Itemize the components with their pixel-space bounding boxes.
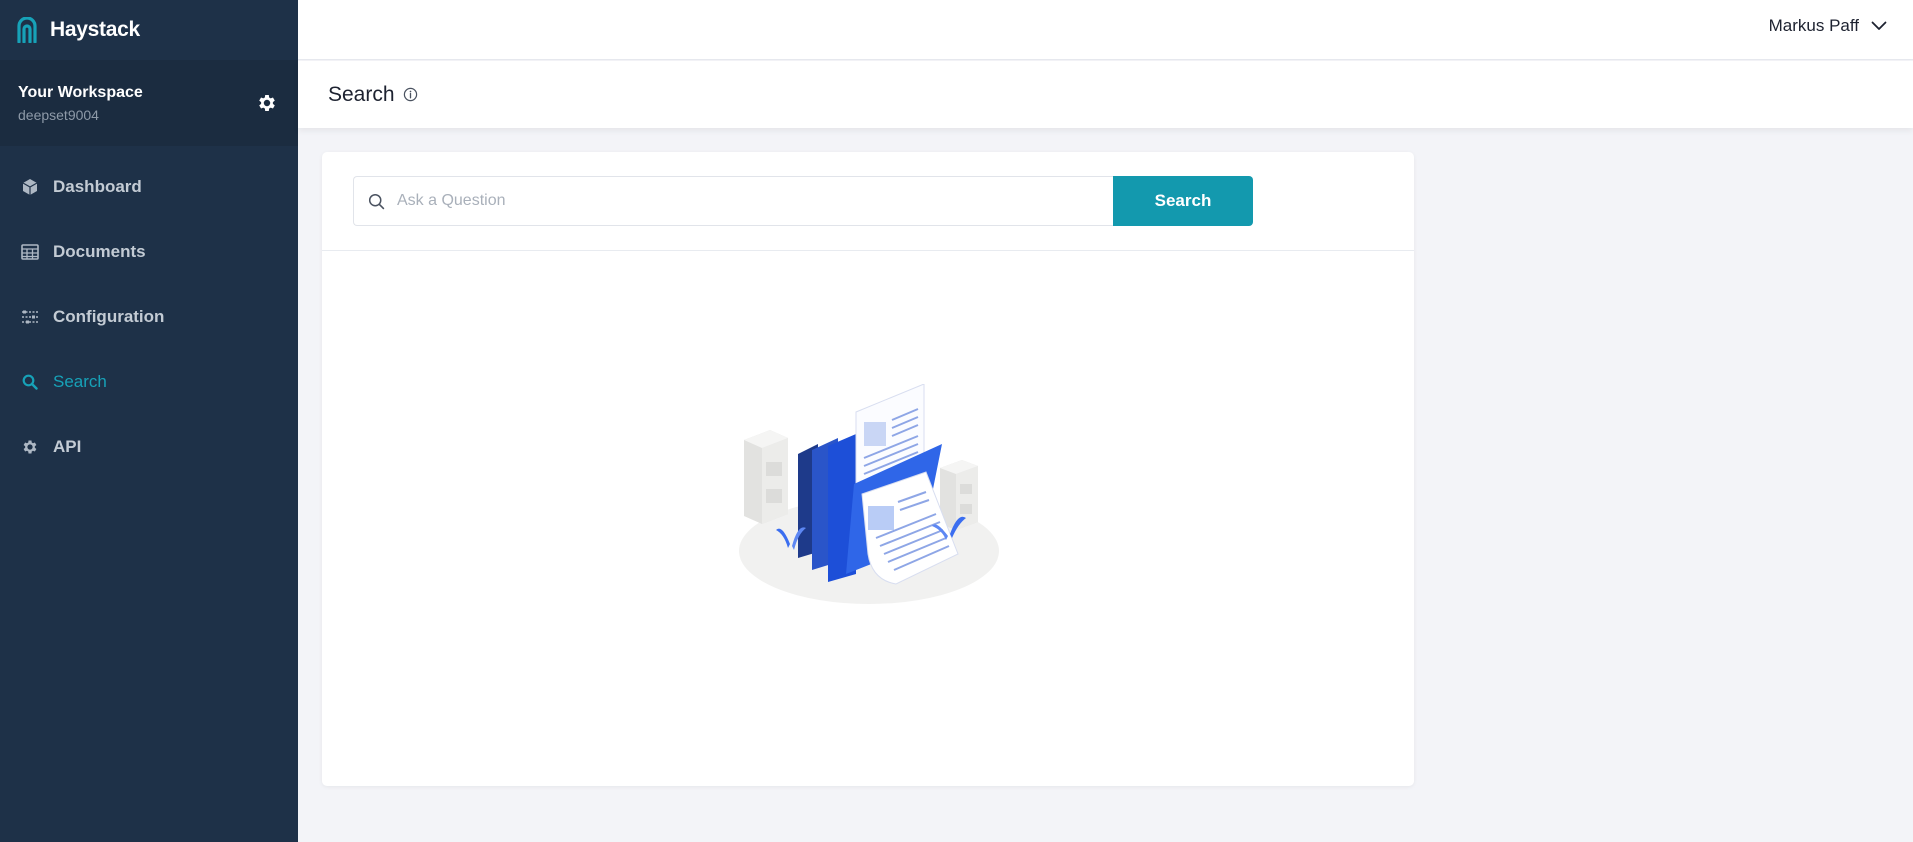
search-button[interactable]: Search — [1113, 176, 1253, 226]
search-bar: Search — [322, 152, 1414, 251]
sidebar-item-api[interactable]: API — [0, 414, 298, 479]
sidebar-item-configuration[interactable]: Configuration — [0, 284, 298, 349]
page-title: Search — [328, 82, 395, 106]
chevron-down-icon — [1871, 21, 1887, 30]
search-input-wrapper — [353, 176, 1113, 226]
sidebar-item-label: API — [53, 436, 82, 456]
search-icon — [20, 372, 40, 392]
sidebar-nav: Dashboard Documents Configuration Search… — [0, 146, 298, 479]
brand[interactable]: Haystack — [0, 0, 298, 60]
sidebar-item-documents[interactable]: Documents — [0, 219, 298, 284]
search-input[interactable] — [397, 177, 1113, 225]
sidebar: Haystack Your Workspace deepset9004 Dash… — [0, 0, 298, 842]
workspace-info: Your Workspace deepset9004 — [18, 84, 143, 123]
table-icon — [20, 242, 40, 262]
sidebar-item-search[interactable]: Search — [0, 349, 298, 414]
top-bar: Markus Paff — [298, 0, 1913, 60]
search-icon — [368, 193, 385, 209]
sliders-icon — [20, 307, 40, 327]
user-menu[interactable]: Markus Paff — [1769, 16, 1887, 36]
sidebar-item-label: Dashboard — [53, 176, 142, 196]
gear-icon — [20, 437, 40, 457]
cube-icon — [20, 177, 40, 197]
search-card: Search — [322, 152, 1414, 786]
info-icon[interactable] — [403, 87, 418, 102]
page-header: Search — [298, 61, 1913, 128]
gear-icon — [259, 95, 275, 111]
haystack-logo-icon — [16, 16, 40, 44]
sidebar-item-dashboard[interactable]: Dashboard — [0, 154, 298, 219]
sidebar-item-label: Search — [53, 371, 107, 391]
brand-name: Haystack — [50, 18, 140, 41]
workspace-subtitle: deepset9004 — [18, 106, 99, 123]
sidebar-item-label: Configuration — [53, 306, 165, 326]
workspace-title: Your Workspace — [18, 83, 143, 101]
sidebar-item-label: Documents — [53, 241, 146, 261]
workspace-settings-button[interactable] — [254, 90, 280, 116]
documents-illustration — [736, 383, 1006, 609]
user-name: Markus Paff — [1768, 16, 1859, 35]
workspace-panel: Your Workspace deepset9004 — [0, 60, 298, 146]
